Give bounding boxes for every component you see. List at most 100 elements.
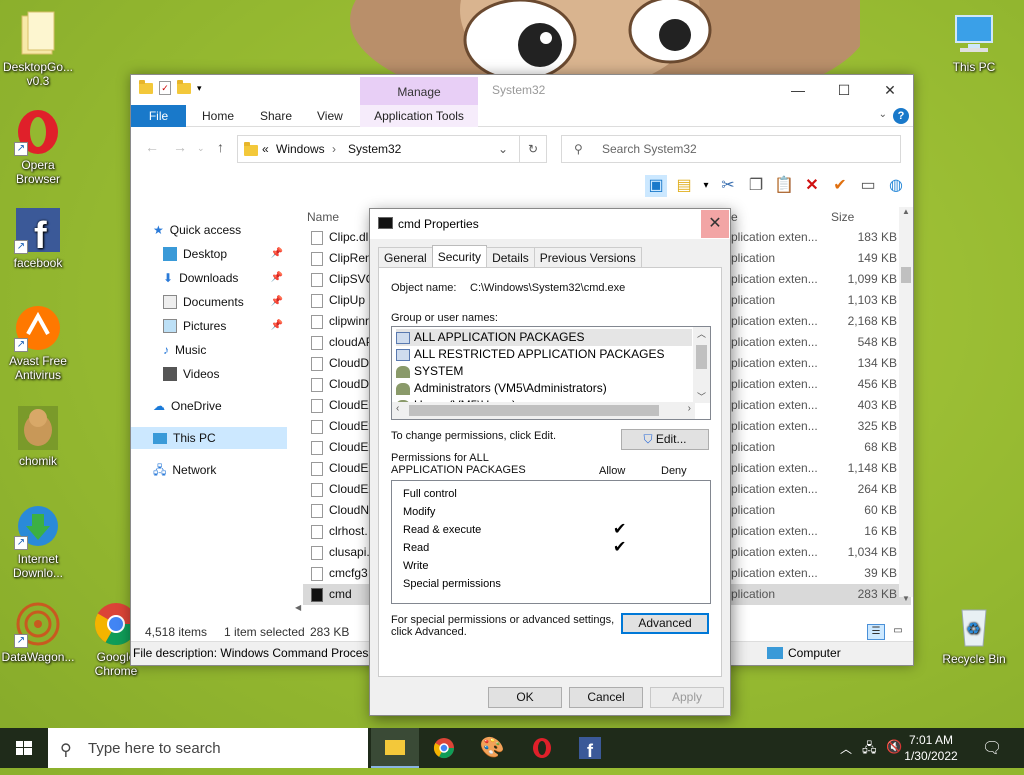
desktop-icon-avast[interactable]: ↗ Avast Free Antivirus [0,304,76,382]
nav-music[interactable]: ♪ Music [163,339,287,361]
desktop-icon-facebook[interactable]: f ↗ facebook [0,206,76,270]
scrollbar-thumb[interactable] [409,405,659,416]
desktop-icon-internet-download[interactable]: ↗ Internet Downlo... [0,502,76,580]
large-icons-view-button[interactable]: ▭ [889,624,907,640]
desktop-icon-chomik[interactable]: chomik [0,404,76,468]
breadcrumb-overflow[interactable]: « [262,142,269,156]
minimize-button[interactable]: — [775,75,821,105]
breadcrumb-system32[interactable]: System32 [348,142,401,156]
column-header-size[interactable]: Size [831,207,854,227]
address-dropdown-icon[interactable]: ⌄ [498,142,508,156]
scroll-left-icon[interactable]: ‹ [396,403,399,414]
system-clock[interactable]: 7:01 AM 1/30/2022 [896,732,966,764]
scroll-down-icon[interactable]: ▼ [899,594,913,603]
dialog-close-button[interactable]: ✕ [701,210,729,238]
scrollbar-thumb[interactable] [901,267,911,283]
copy-icon[interactable]: ❐ [745,175,767,197]
network-icon[interactable]: 🖧 [862,739,877,761]
pin-icon[interactable]: 📌 [271,291,283,313]
globe-icon[interactable]: ◍ [885,175,907,197]
vertical-scrollbar[interactable]: ▲ ▼ [899,207,913,603]
dropdown-icon[interactable]: ▾ [701,175,711,197]
nav-downloads[interactable]: ⬇ Downloads 📌 [163,267,287,289]
tab-share[interactable]: Share [247,105,305,127]
check-icon[interactable]: ✔ [829,175,851,197]
desktop-icon-recycle-bin[interactable]: ♻ Recycle Bin [936,602,1012,666]
pin-icon[interactable]: 📌 [271,243,283,265]
show-hidden-icons-icon[interactable]: ︿ [840,740,852,757]
tab-application-tools[interactable]: Application Tools [360,105,478,127]
tab-details[interactable]: Details [486,247,535,267]
cancel-button[interactable]: Cancel [569,687,643,708]
desktop-icon-opera[interactable]: ↗ Opera Browser [0,108,76,186]
nav-network[interactable]: 🖧 Network [153,459,287,481]
refresh-button[interactable]: ↻ [519,135,547,163]
list-item[interactable]: ALL RESTRICTED APPLICATION PACKAGES [396,346,665,363]
taskbar-facebook[interactable]: f [566,728,614,768]
edit-button[interactable]: ⛉ Edit... [621,429,709,450]
tab-manage[interactable]: Manage [360,77,478,105]
list-horizontal-scrollbar[interactable]: ‹ › [392,402,695,419]
rename-icon[interactable]: ▭ [857,175,879,197]
scroll-up-icon[interactable]: ▲ [899,207,913,216]
details-view-button[interactable]: ☰ [867,624,885,640]
tab-security[interactable]: Security [431,245,488,267]
help-icon[interactable]: ? [893,108,909,124]
search-input[interactable]: ⚲ Search System32 [561,135,901,163]
properties-icon[interactable]: ✓ [159,81,171,95]
tab-view[interactable]: View [304,105,356,127]
taskbar-opera[interactable] [518,728,566,768]
breadcrumb-windows[interactable]: Windows [276,142,325,156]
new-item-icon[interactable]: ▤ [673,175,695,197]
scroll-left-icon[interactable]: ◀ [295,603,301,612]
tab-general[interactable]: General [378,247,433,267]
explorer-titlebar[interactable]: ✓ ▾ Manage System32 — ☐ ✕ [131,75,913,105]
group-user-list[interactable]: ALL APPLICATION PACKAGES ALL RESTRICTED … [391,326,711,420]
nav-videos[interactable]: Videos [163,363,287,385]
desktop-icon-this-pc[interactable]: This PC [936,10,1012,74]
close-button[interactable]: ✕ [867,75,913,105]
taskbar-file-explorer[interactable] [371,728,419,768]
tab-home[interactable]: Home [189,105,247,127]
nav-documents[interactable]: Documents 📌 [163,291,287,313]
nav-pictures[interactable]: Pictures 📌 [163,315,287,337]
maximize-button[interactable]: ☐ [821,75,867,105]
desktop-icon-desktopgo[interactable]: DesktopGo... v0.3 [0,10,76,88]
dialog-titlebar[interactable]: cmd Properties ✕ [370,209,730,239]
advanced-button[interactable]: Advanced [621,613,709,634]
pin-icon[interactable]: 📌 [271,267,283,289]
up-button[interactable]: ↑ [217,139,224,155]
pin-icon[interactable]: 📌 [271,315,283,337]
start-button[interactable] [0,728,48,768]
nav-onedrive[interactable]: ☁ OneDrive [153,395,287,417]
list-item[interactable]: SYSTEM [396,363,463,380]
desktop-icon-datawagon[interactable]: ↗ DataWagon... [0,600,76,664]
notifications-icon[interactable]: 🗨 [982,738,1002,758]
column-header-name[interactable]: Name [307,207,339,227]
scroll-up-icon[interactable]: ︿ [693,327,710,340]
scroll-down-icon[interactable]: ﹀ [693,390,710,403]
nav-quick-access[interactable]: ★ Quick access [153,219,287,241]
ribbon-expand-icon[interactable]: ⌄ [879,109,887,120]
scroll-right-icon[interactable]: › [688,403,691,414]
ok-button[interactable]: OK [488,687,562,708]
list-item[interactable]: Administrators (VM5\Administrators) [396,380,607,397]
list-vertical-scrollbar[interactable]: ︿ ﹀ [693,327,710,403]
taskbar-chrome[interactable] [420,728,468,768]
nav-this-pc[interactable]: This PC [131,427,287,449]
address-bar[interactable]: « Windows › System32 ⌄ [237,135,547,163]
recent-dropdown-icon[interactable]: ⌄ [197,143,205,154]
new-folder-icon[interactable] [177,79,191,94]
taskbar-paint[interactable]: 🎨 [468,728,516,768]
tab-previous-versions[interactable]: Previous Versions [533,247,642,267]
apply-button[interactable]: Apply [650,687,724,708]
back-button[interactable]: ← [145,139,159,155]
preview-pane-icon[interactable]: ▣ [645,175,667,197]
scrollbar-thumb[interactable] [696,345,707,369]
paste-icon[interactable]: 📋 [773,175,795,197]
forward-button[interactable]: → [173,139,187,155]
nav-desktop[interactable]: Desktop 📌 [163,243,287,265]
cut-icon[interactable]: ✂ [717,175,739,197]
taskbar-search-input[interactable]: ⚲ Type here to search [48,728,368,768]
delete-icon[interactable]: ✕ [801,175,823,197]
